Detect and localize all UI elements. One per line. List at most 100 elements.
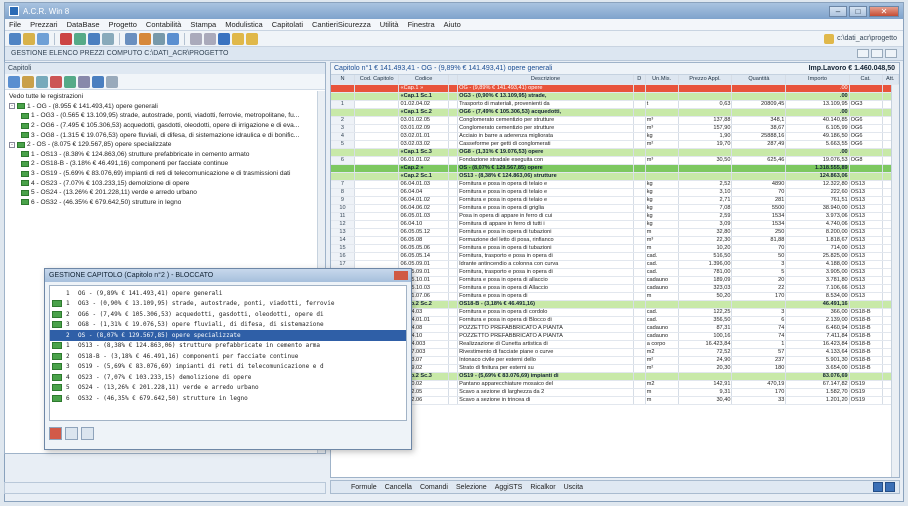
table-row[interactable]: 3131.02.05Scavo a sezione di larghezza d… [331, 388, 899, 397]
list-view-icon[interactable] [885, 482, 895, 492]
grid-icon[interactable] [88, 32, 100, 45]
table-row[interactable]: 10 06.04.06.02 Fornitura e posa in opera d… [331, 204, 899, 213]
doc-close-button[interactable] [885, 49, 897, 58]
table-row[interactable]: «Cap.1 Sc.1 OG3 - (0,90% € 13.109,95) str… [331, 92, 899, 101]
dialog-list-row[interactable]: 5 OS24 - (13,26% € 201.228,11) verde e ar… [50, 383, 406, 394]
edit-icon[interactable] [78, 75, 90, 88]
grid-scrollbar[interactable] [891, 85, 899, 477]
close-button[interactable]: ✕ [869, 5, 899, 17]
table-row[interactable]: 2507.04.10POZZETTO PREFABBRICATO A PIANT… [331, 332, 899, 341]
tree-item[interactable]: - 1 - OG - (8.955 € 141.493,41) opere gen… [7, 102, 323, 112]
column-header[interactable]: D [633, 75, 646, 85]
folder-icon[interactable] [232, 32, 244, 45]
chapter-tab-title[interactable]: Capitolo n°1 € 141.493,41 - OG - (9,89% … [334, 65, 552, 72]
table-row[interactable]: 3020.10.02Pantano apparecchiature mosaic… [331, 380, 899, 389]
nav-icon[interactable] [190, 32, 202, 45]
menu-item[interactable]: Progetto [109, 20, 137, 29]
dialog-close-button[interactable] [394, 271, 408, 280]
new-icon[interactable] [9, 32, 21, 45]
column-header[interactable]: Att. [882, 75, 899, 85]
dialog-list-row[interactable]: 1 OG - (9,89% € 141.493,41) opere general… [50, 288, 406, 299]
menu-item[interactable]: Prezzari [30, 20, 58, 29]
dialog-list-row[interactable]: 3 OG8 - (1,31% € 19.076,53) opere fluvial… [50, 320, 406, 331]
table-row[interactable]: 3231.02.06Scavo a sezione in trincea dim… [331, 396, 899, 405]
dialog-list-row[interactable]: 3 OS19 - (5,69% € 83.076,69) impianti di … [50, 362, 406, 373]
table-row[interactable]: 13 06.05.05.12 Fornitura e posa in opera d… [331, 228, 899, 237]
table-row[interactable]: 5 03.02.03.02 Casseforme per getti di cong… [331, 140, 899, 149]
delete-icon[interactable] [50, 75, 62, 88]
table-row[interactable]: 11 06.05.01.03 Posa in opera di appare in … [331, 212, 899, 221]
grid-view-icon[interactable] [873, 482, 883, 492]
tree-item[interactable]: 3 - OS19 - (5.69% € 83.076,69) impianti … [7, 169, 323, 179]
command-tab[interactable]: Selezione [456, 484, 487, 491]
menu-item[interactable]: File [9, 20, 21, 29]
table-row[interactable]: 14 06.05.08 Formazione del letto di posa, … [331, 236, 899, 245]
column-header[interactable] [448, 75, 459, 85]
open-icon[interactable] [23, 32, 35, 45]
save-icon[interactable] [37, 32, 49, 45]
nav2-icon[interactable] [204, 32, 216, 45]
search-icon[interactable] [92, 75, 104, 88]
table-row[interactable]: «Cap.2 » OS - (8,07% € 129.567,85) opere 1… [331, 164, 899, 173]
menu-item[interactable]: Aiuto [444, 20, 461, 29]
tree-icon[interactable] [106, 75, 118, 88]
table-row[interactable]: 2006.05.10.03Fornitura e posa in opera d… [331, 284, 899, 293]
dialog-list-row[interactable]: 2 OS18-B - (3,18% € 46.491,16) componenti… [50, 351, 406, 362]
table-row[interactable]: «Cap.2 Sc.3 OS19 - (5,69% € 83.076,69) im… [331, 372, 899, 381]
table-row[interactable]: 7 06.04.01.03 Fornitura e posa in opera di… [331, 180, 899, 189]
window-icon[interactable] [218, 32, 230, 45]
maximize-button[interactable]: □ [849, 5, 867, 17]
menu-item[interactable]: Capitolati [272, 20, 303, 29]
table-row[interactable]: 2207.04.03Fornitura e posa in opera di c… [331, 308, 899, 317]
menu-item[interactable]: Modulistica [225, 20, 263, 29]
delete-icon[interactable] [60, 32, 72, 45]
dialog-cancel-icon[interactable] [81, 427, 94, 440]
dialog-list-row[interactable]: 1 OS13 - (8,38% € 124.863,06) strutture p… [50, 341, 406, 352]
column-header[interactable]: Importo [785, 75, 850, 85]
table-row[interactable]: «Cap.2 Sc.2 OS18-B - (3,18% € 46.491,16) 4… [331, 300, 899, 309]
command-tab[interactable]: Formule [351, 484, 377, 491]
table-row[interactable]: «Cap.1 » OG - (9,89% € 141.493,41) opere.… [331, 84, 899, 93]
doc-restore-button[interactable] [871, 49, 883, 58]
folder-icon[interactable] [22, 75, 34, 88]
dialog-list-row[interactable]: 6 OS32 - (46,35% € 679.642,50) strutture … [50, 393, 406, 404]
tree-item[interactable]: 1 - OS13 - (8.38% € 124.863,06) struttur… [7, 150, 323, 160]
expand-collapse-icon[interactable]: - [9, 141, 15, 148]
table-row[interactable]: 2107.01.07.06Fornitura e posa in opera d… [331, 292, 899, 301]
dialog-print-icon[interactable] [49, 427, 62, 440]
menu-item[interactable]: CantieriSicurezza [312, 20, 371, 29]
column-header[interactable]: Codice [398, 75, 449, 85]
view-icon[interactable] [8, 75, 20, 88]
table-row[interactable]: «Cap.2 Sc.1 OS13 - (8,38% € 124.863,06) s… [331, 172, 899, 181]
table-row[interactable]: 4 03.02.01.01 Acciaio in barre a aderenza … [331, 132, 899, 141]
tree-item[interactable]: 1 - OG3 - (0.565 € 13.109,95) strade, au… [7, 111, 323, 121]
command-tab[interactable]: Cancella [385, 484, 412, 491]
table-row[interactable]: 2407.04.08POZZETTO PREFABBRICATO A PIANT… [331, 324, 899, 333]
minimize-button[interactable]: – [829, 5, 847, 17]
tree-item[interactable]: 3 - OG8 - (1.315 € 19.076,53) opere fluv… [7, 130, 323, 140]
table-row[interactable]: 2707.07.003Rivestimento di facciate pian… [331, 348, 899, 357]
table-row[interactable]: 15 06.05.05.06 Fornitura e posa in opera d… [331, 244, 899, 253]
column-header[interactable]: Un.Mis. [645, 75, 679, 85]
command-tab[interactable]: Comandi [420, 484, 448, 491]
menu-item[interactable]: Contabilità [146, 20, 181, 29]
dialog-list-row[interactable]: 2 OS - (8,07% € 129.567,85) opere special… [50, 330, 406, 341]
tree-item[interactable]: Vedo tutte le registrazioni [7, 92, 323, 102]
calc-icon[interactable] [125, 32, 137, 45]
table-row[interactable]: 2807.03.07Intonaco civile per esterni de… [331, 356, 899, 365]
tree-item[interactable]: 6 - OS32 - (46.35% € 679.642,50) struttu… [7, 198, 323, 208]
column-header[interactable]: Descrizione [457, 75, 634, 85]
menu-item[interactable]: Finestra [408, 20, 435, 29]
expand-collapse-icon[interactable]: - [9, 103, 15, 110]
table-row[interactable]: «Cap.1 Sc.2 OG6 - (7,49% € 105.306,53) ac… [331, 108, 899, 117]
table-row[interactable]: 3 03.01.02.09 Conglomerato cementizio per … [331, 124, 899, 133]
dialog-list-row[interactable]: 4 OS23 - (7,07% € 103.233,15) demolizione… [50, 372, 406, 383]
tree-item[interactable]: - 2 - OS - (8.075 € 129.567,85) opere spe… [7, 140, 323, 150]
add-icon[interactable] [74, 32, 86, 45]
table-row[interactable]: 17 06.05.09.01 Idrante antincendio a colon… [331, 260, 899, 269]
column-header[interactable]: Cat. [849, 75, 883, 85]
table-row[interactable]: 6 06.01.01.02 Fondazione stradale eseguita… [331, 156, 899, 165]
table-row[interactable]: 2907.09.02Strato di finitura per esterni… [331, 364, 899, 373]
table-row[interactable]: 8 06.04.04 Fornitura e posa in opera di te… [331, 188, 899, 197]
command-tab[interactable]: Uscita [564, 484, 583, 491]
